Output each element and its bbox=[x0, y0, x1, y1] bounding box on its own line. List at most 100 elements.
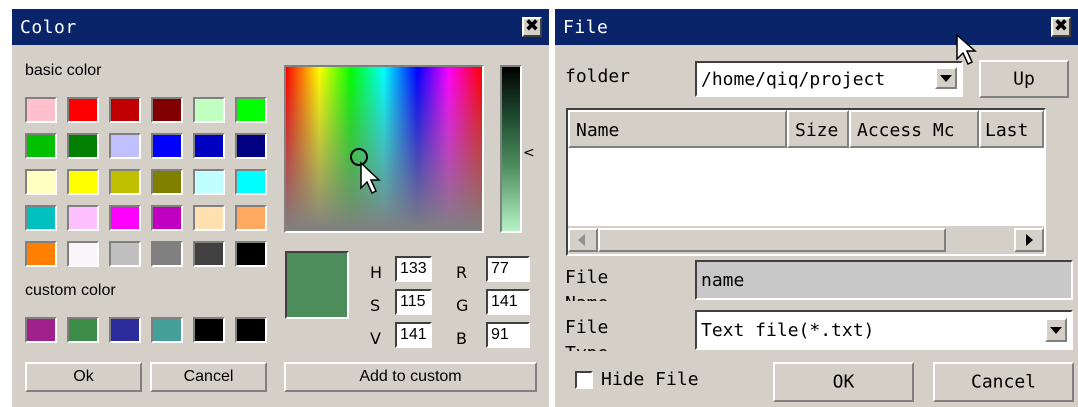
basic-color-swatch[interactable] bbox=[109, 133, 141, 159]
basic-color-swatch[interactable] bbox=[67, 241, 99, 267]
add-to-custom-button[interactable]: Add to custom bbox=[284, 362, 537, 392]
file-type-combobox[interactable]: Text file(*.txt) bbox=[695, 310, 1073, 350]
basic-color-swatch[interactable] bbox=[109, 97, 141, 123]
file-list[interactable]: Name Size Access Mc Last bbox=[566, 108, 1046, 256]
file-name-value: name bbox=[701, 270, 745, 291]
h-label: H bbox=[370, 263, 383, 282]
folder-dropdown-button[interactable] bbox=[935, 67, 957, 89]
b-input[interactable]: 91 bbox=[486, 322, 530, 348]
r-input[interactable]: 77 bbox=[486, 256, 530, 282]
basic-color-swatch[interactable] bbox=[151, 97, 183, 123]
scroll-right-button[interactable] bbox=[1014, 228, 1044, 252]
file-name-input[interactable]: name bbox=[695, 260, 1073, 300]
basic-color-swatch[interactable] bbox=[193, 241, 225, 267]
column-header-name[interactable]: Name bbox=[568, 110, 787, 148]
basic-color-swatch[interactable] bbox=[151, 205, 183, 231]
file-type-label: File Type bbox=[565, 317, 609, 351]
file-cancel-button[interactable]: Cancel bbox=[933, 362, 1074, 402]
close-icon[interactable]: ✖ bbox=[522, 17, 542, 37]
basic-color-swatch[interactable] bbox=[235, 97, 267, 123]
basic-color-swatch[interactable] bbox=[151, 133, 183, 159]
chevron-down-icon bbox=[1050, 327, 1062, 334]
chevron-down-icon bbox=[940, 75, 952, 82]
file-cancel-label: Cancel bbox=[970, 371, 1037, 393]
spectrum-crosshair-icon bbox=[350, 148, 381, 195]
custom-color-swatch[interactable] bbox=[67, 317, 99, 343]
file-dialog-title: File bbox=[563, 17, 609, 38]
r-label: R bbox=[456, 263, 468, 282]
color-cancel-label: Cancel bbox=[183, 368, 234, 385]
basic-color-swatch[interactable] bbox=[67, 205, 99, 231]
file-dialog-titlebar[interactable]: File ✖ bbox=[555, 9, 1078, 45]
basic-color-swatch[interactable] bbox=[193, 205, 225, 231]
color-dialog: Color ✖ basic color custom color < H 133… bbox=[12, 9, 549, 407]
basic-color-label: basic color bbox=[25, 62, 102, 79]
basic-color-swatch[interactable] bbox=[109, 241, 141, 267]
arrow-right-icon bbox=[1026, 234, 1033, 246]
up-button[interactable]: Up bbox=[979, 60, 1069, 98]
custom-color-swatch[interactable] bbox=[235, 317, 267, 343]
basic-color-swatch[interactable] bbox=[193, 169, 225, 195]
basic-color-swatch[interactable] bbox=[25, 205, 57, 231]
file-ok-button[interactable]: OK bbox=[773, 362, 914, 402]
h-input[interactable]: 133 bbox=[395, 256, 432, 282]
basic-color-swatch[interactable] bbox=[193, 133, 225, 159]
basic-color-swatch[interactable] bbox=[67, 133, 99, 159]
basic-color-swatch[interactable] bbox=[235, 133, 267, 159]
scroll-left-button[interactable] bbox=[568, 228, 598, 252]
add-to-custom-label: Add to custom bbox=[359, 368, 462, 385]
scroll-thumb[interactable] bbox=[598, 228, 946, 252]
basic-color-swatch[interactable] bbox=[67, 97, 99, 123]
basic-color-swatch[interactable] bbox=[67, 169, 99, 195]
basic-color-swatch[interactable] bbox=[193, 97, 225, 123]
basic-color-swatch[interactable] bbox=[109, 205, 141, 231]
basic-color-swatch[interactable] bbox=[25, 169, 57, 195]
up-label: Up bbox=[1013, 68, 1035, 90]
s-label: S bbox=[370, 296, 381, 315]
basic-color-swatch[interactable] bbox=[151, 169, 183, 195]
custom-color-swatch[interactable] bbox=[109, 317, 141, 343]
color-ok-label: Ok bbox=[73, 368, 94, 385]
color-dialog-titlebar[interactable]: Color ✖ bbox=[12, 9, 549, 45]
mouse-pointer-icon bbox=[956, 33, 977, 66]
basic-color-swatch[interactable] bbox=[25, 133, 57, 159]
close-icon[interactable]: ✖ bbox=[1051, 17, 1071, 37]
hide-file-label: Hide File bbox=[601, 369, 699, 390]
hide-file-checkbox[interactable] bbox=[575, 371, 593, 389]
basic-color-swatch[interactable] bbox=[109, 169, 141, 195]
file-type-dropdown-button[interactable] bbox=[1045, 318, 1067, 342]
file-dialog: File ✖ folder /home/qiq/project Up Name … bbox=[555, 9, 1078, 407]
arrow-left-icon bbox=[578, 234, 585, 246]
horizontal-scrollbar[interactable] bbox=[568, 226, 1044, 254]
color-cancel-button[interactable]: Cancel bbox=[150, 362, 267, 392]
basic-color-swatch[interactable] bbox=[25, 241, 57, 267]
luminance-bar[interactable] bbox=[500, 65, 522, 233]
basic-color-swatch[interactable] bbox=[235, 169, 267, 195]
color-ok-button[interactable]: Ok bbox=[25, 362, 142, 392]
folder-label: folder bbox=[565, 66, 631, 87]
file-name-label-box: File Name bbox=[565, 265, 685, 301]
file-name-label: File Name bbox=[565, 267, 609, 301]
g-input[interactable]: 141 bbox=[486, 289, 530, 315]
column-header-access-mode[interactable]: Access Mc bbox=[849, 110, 979, 148]
file-type-label-box: File Type bbox=[565, 315, 685, 351]
s-input[interactable]: 115 bbox=[395, 289, 432, 315]
custom-color-label: custom color bbox=[25, 282, 116, 299]
basic-color-swatch[interactable] bbox=[151, 241, 183, 267]
custom-color-swatch[interactable] bbox=[151, 317, 183, 343]
column-header-size[interactable]: Size bbox=[787, 110, 849, 148]
basic-color-swatch[interactable] bbox=[235, 241, 267, 267]
color-dialog-title: Color bbox=[20, 17, 77, 38]
file-type-value: Text file(*.txt) bbox=[701, 320, 875, 341]
color-spectrum[interactable] bbox=[284, 65, 484, 233]
column-header-last[interactable]: Last bbox=[979, 110, 1044, 148]
basic-color-swatch[interactable] bbox=[235, 205, 267, 231]
v-input[interactable]: 141 bbox=[395, 322, 432, 348]
custom-color-swatch[interactable] bbox=[193, 317, 225, 343]
luminance-arrow-icon[interactable]: < bbox=[523, 145, 535, 161]
basic-color-swatch[interactable] bbox=[25, 97, 57, 123]
folder-combobox[interactable]: /home/qiq/project bbox=[695, 61, 963, 97]
b-label: B bbox=[456, 329, 467, 348]
file-ok-label: OK bbox=[832, 371, 855, 393]
custom-color-swatch[interactable] bbox=[25, 317, 57, 343]
